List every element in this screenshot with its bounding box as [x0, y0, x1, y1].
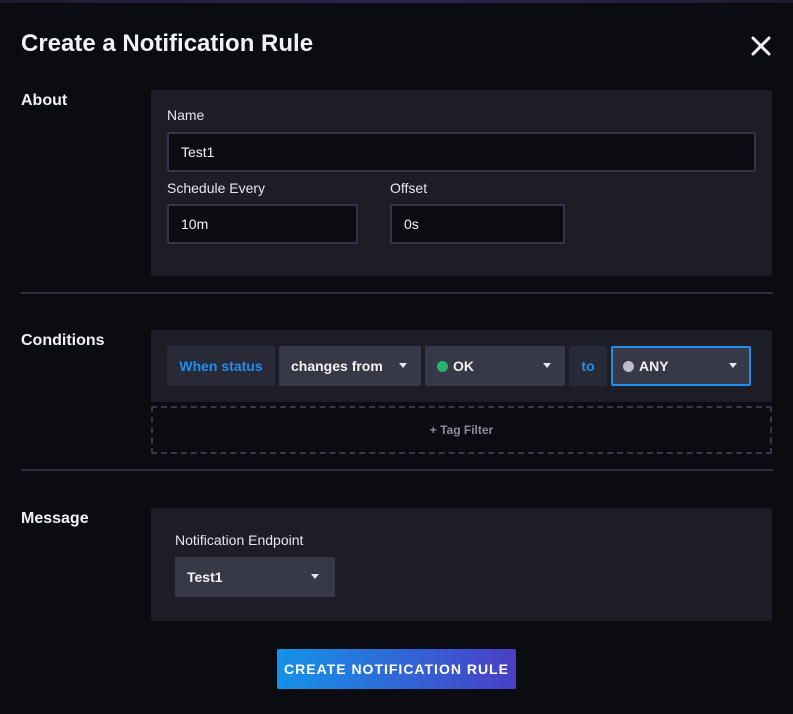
endpoint-dropdown[interactable]: Test1 [175, 557, 335, 597]
change-type-dropdown[interactable]: changes from [279, 346, 421, 386]
caret-down-icon [543, 363, 551, 368]
schedule-input[interactable] [167, 204, 358, 244]
when-status-label: When status [167, 346, 275, 386]
section-label-about: About [21, 92, 68, 109]
tag-filter-label: + Tag Filter [429, 423, 494, 437]
endpoint-label: Notification Endpoint [175, 532, 304, 548]
change-type-value: changes from [291, 358, 383, 374]
create-notification-rule-button[interactable]: CREATE NOTIFICATION RULE [277, 649, 516, 689]
name-input[interactable] [167, 132, 756, 172]
status-any-dot-icon [623, 360, 634, 372]
to-label: to [569, 346, 607, 386]
schedule-label: Schedule Every [167, 180, 266, 196]
caret-down-icon [399, 363, 407, 368]
offset-label: Offset [390, 180, 428, 196]
close-icon [751, 36, 771, 56]
from-status-value: OK [453, 358, 474, 374]
dialog-title: Create a Notification Rule [21, 30, 314, 57]
status-ok-dot-icon [437, 360, 448, 372]
section-label-conditions: Conditions [21, 332, 105, 349]
top-accent-bar [0, 0, 793, 3]
to-status-value: ANY [639, 358, 669, 374]
name-label: Name [167, 107, 205, 123]
divider [21, 469, 773, 471]
divider [21, 292, 773, 294]
offset-input[interactable] [390, 204, 565, 244]
close-button[interactable] [749, 33, 773, 59]
about-panel: Name Schedule Every Offset [151, 90, 772, 276]
caret-down-icon [311, 574, 319, 579]
add-tag-filter-button[interactable]: + Tag Filter [151, 406, 772, 454]
endpoint-value: Test1 [187, 569, 223, 585]
caret-down-icon [729, 363, 737, 368]
from-status-dropdown[interactable]: OK [425, 346, 565, 386]
to-status-dropdown[interactable]: ANY [611, 346, 751, 386]
section-label-message: Message [21, 510, 89, 527]
